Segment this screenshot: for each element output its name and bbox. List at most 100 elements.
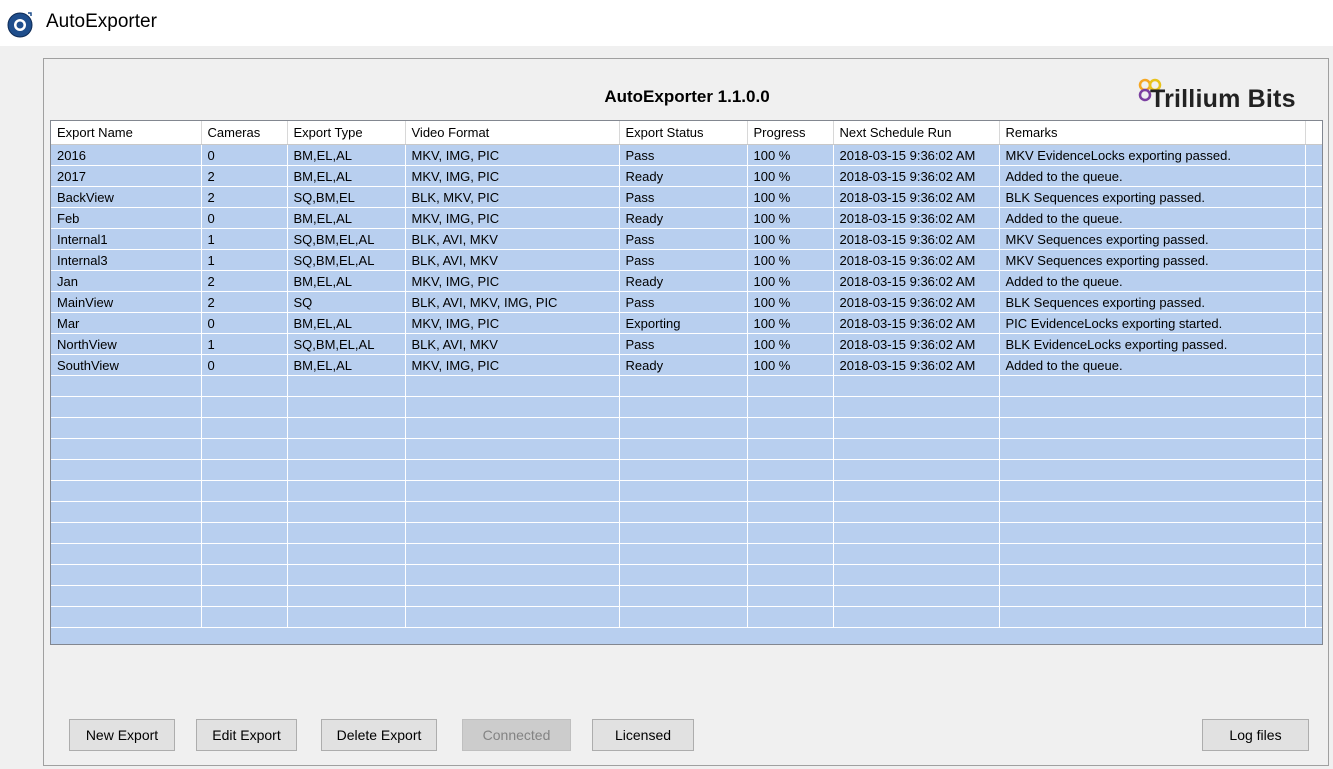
empty-table-row[interactable] xyxy=(51,585,1322,607)
table-cell: 0 xyxy=(201,207,288,229)
table-cell: BLK, MKV, PIC xyxy=(405,186,620,208)
table-cell: MKV, IMG, PIC xyxy=(405,207,620,229)
table-cell xyxy=(619,438,748,460)
table-row[interactable]: BackView 2 SQ,BM,EL BLK, MKV, PIC Pass 100 % 2… xyxy=(51,186,1322,208)
empty-table-row[interactable] xyxy=(51,522,1322,544)
table-cell-filler xyxy=(1305,144,1322,166)
empty-table-row[interactable] xyxy=(51,480,1322,502)
table-row[interactable]: NorthView 1 SQ,BM,EL,AL BLK, AVI, MKV Pass 10… xyxy=(51,333,1322,355)
table-cell-filler xyxy=(1305,291,1322,313)
table-cell: 2017 xyxy=(51,165,202,187)
table-cell: BM,EL,AL xyxy=(287,354,406,376)
table-cell: 100 % xyxy=(747,228,834,250)
table-cell xyxy=(1305,522,1322,544)
table-cell xyxy=(619,564,748,586)
table-cell-filler xyxy=(1305,186,1322,208)
empty-table-row[interactable] xyxy=(51,375,1322,397)
column-header-filler xyxy=(1305,121,1322,145)
table-cell xyxy=(287,459,406,481)
edit-export-button[interactable]: Edit Export xyxy=(196,719,297,751)
empty-table-row[interactable] xyxy=(51,438,1322,460)
exports-table: Export Name Cameras Export Type Video Forma… xyxy=(51,121,1322,628)
table-cell xyxy=(999,396,1306,418)
table-cell: 1 xyxy=(201,228,288,250)
log-files-button[interactable]: Log files xyxy=(1202,719,1309,751)
table-row[interactable]: Mar 0 BM,EL,AL MKV, IMG, PIC Exporting 100 %… xyxy=(51,312,1322,334)
table-cell: 2018-03-15 9:36:02 AM xyxy=(833,165,1000,187)
empty-table-row[interactable] xyxy=(51,417,1322,439)
table-cell xyxy=(747,585,834,607)
table-cell: BM,EL,AL xyxy=(287,207,406,229)
table-cell xyxy=(201,375,288,397)
column-header[interactable]: Cameras xyxy=(201,121,288,145)
table-row[interactable]: Internal1 1 SQ,BM,EL,AL BLK, AVI, MKV Pass 10… xyxy=(51,228,1322,250)
table-cell xyxy=(747,501,834,523)
table-cell xyxy=(405,375,620,397)
delete-export-button[interactable]: Delete Export xyxy=(321,719,437,751)
table-cell: Pass xyxy=(619,291,748,313)
table-cell: Ready xyxy=(619,207,748,229)
table-cell xyxy=(405,543,620,565)
table-row[interactable]: SouthView 0 BM,EL,AL MKV, IMG, PIC Ready 100… xyxy=(51,354,1322,376)
table-cell: BM,EL,AL xyxy=(287,165,406,187)
exports-grid[interactable]: Export Name Cameras Export Type Video Forma… xyxy=(50,120,1323,645)
table-row[interactable]: Feb 0 BM,EL,AL MKV, IMG, PIC Ready 100 % 2018… xyxy=(51,207,1322,229)
table-cell: Pass xyxy=(619,333,748,355)
new-export-button[interactable]: New Export xyxy=(69,719,175,751)
table-cell-filler xyxy=(1305,165,1322,187)
table-cell: Pass xyxy=(619,186,748,208)
table-cell: 2018-03-15 9:36:02 AM xyxy=(833,333,1000,355)
table-cell: 2 xyxy=(201,165,288,187)
table-cell: 2018-03-15 9:36:02 AM xyxy=(833,207,1000,229)
table-cell xyxy=(747,480,834,502)
empty-table-row[interactable] xyxy=(51,501,1322,523)
empty-table-row[interactable] xyxy=(51,459,1322,481)
table-cell xyxy=(201,459,288,481)
table-cell xyxy=(51,459,202,481)
column-header[interactable]: Export Name xyxy=(51,121,202,145)
table-cell xyxy=(287,375,406,397)
table-cell: 2018-03-15 9:36:02 AM xyxy=(833,312,1000,334)
table-header-row: Export Name Cameras Export Type Video Forma… xyxy=(51,121,1322,145)
licensed-button[interactable]: Licensed xyxy=(592,719,694,751)
table-row[interactable]: MainView 2 SQ BLK, AVI, MKV, IMG, PIC Pass 10… xyxy=(51,291,1322,313)
table-cell xyxy=(51,522,202,544)
table-cell xyxy=(51,417,202,439)
table-cell xyxy=(833,501,1000,523)
column-header[interactable]: Export Type xyxy=(287,121,406,145)
column-header[interactable]: Video Format xyxy=(405,121,620,145)
table-cell: BLK EvidenceLocks exporting passed. xyxy=(999,333,1306,355)
table-cell xyxy=(201,585,288,607)
table-cell xyxy=(999,480,1306,502)
table-row[interactable]: 2017 2 BM,EL,AL MKV, IMG, PIC Ready 100 % 201… xyxy=(51,165,1322,187)
table-cell xyxy=(51,396,202,418)
table-cell: NorthView xyxy=(51,333,202,355)
empty-table-row[interactable] xyxy=(51,396,1322,418)
table-cell: Ready xyxy=(619,165,748,187)
table-cell xyxy=(1305,480,1322,502)
table-cell xyxy=(287,606,406,628)
table-cell-filler xyxy=(1305,312,1322,334)
table-cell-filler xyxy=(1305,228,1322,250)
table-cell xyxy=(833,564,1000,586)
main-panel: AutoExporter 1.1.0.0 Trillium Bits Expor… xyxy=(43,58,1329,766)
table-cell: MKV EvidenceLocks exporting passed. xyxy=(999,144,1306,166)
table-row[interactable]: Internal3 1 SQ,BM,EL,AL BLK, AVI, MKV Pass 10… xyxy=(51,249,1322,271)
empty-table-row[interactable] xyxy=(51,543,1322,565)
table-cell: Mar xyxy=(51,312,202,334)
table-cell xyxy=(1305,564,1322,586)
column-header[interactable]: Remarks xyxy=(999,121,1306,145)
table-cell xyxy=(999,585,1306,607)
empty-table-row[interactable] xyxy=(51,564,1322,586)
connected-button[interactable]: Connected xyxy=(462,719,571,751)
column-header[interactable]: Progress xyxy=(747,121,834,145)
table-cell xyxy=(619,375,748,397)
column-header[interactable]: Export Status xyxy=(619,121,748,145)
table-cell xyxy=(405,459,620,481)
empty-table-row[interactable] xyxy=(51,606,1322,628)
table-row[interactable]: 2016 0 BM,EL,AL MKV, IMG, PIC Pass 100 % 2018… xyxy=(51,144,1322,166)
table-row[interactable]: Jan 2 BM,EL,AL MKV, IMG, PIC Ready 100 % 2018… xyxy=(51,270,1322,292)
table-cell: MKV Sequences exporting passed. xyxy=(999,228,1306,250)
column-header[interactable]: Next Schedule Run xyxy=(833,121,1000,145)
table-cell: 2 xyxy=(201,270,288,292)
